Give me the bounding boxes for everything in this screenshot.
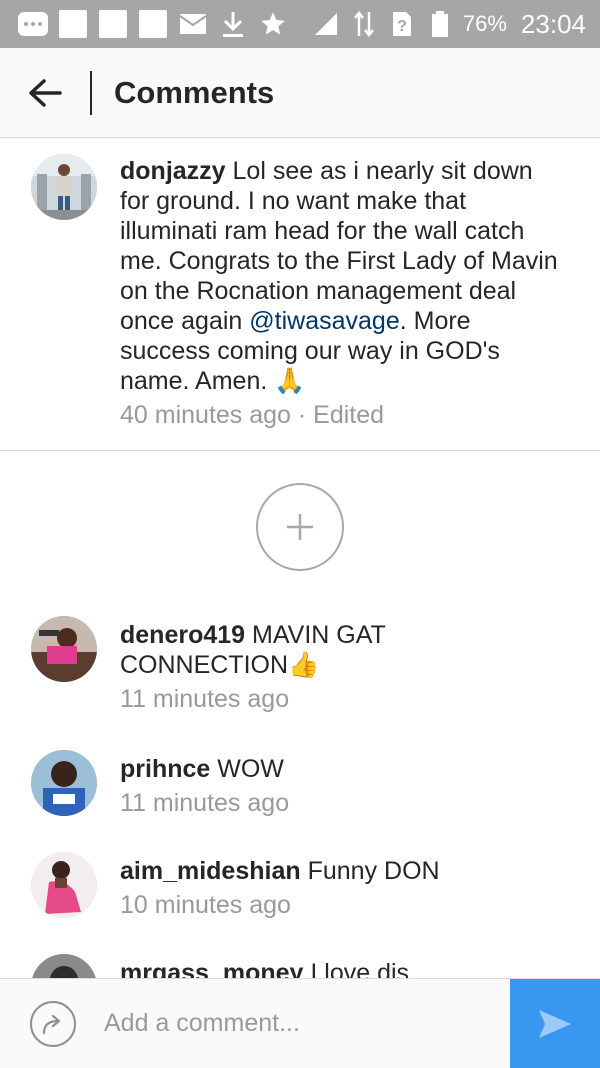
clock: 23:04	[520, 8, 586, 39]
data-transfer-icon	[349, 9, 379, 39]
status-bar: ? 76% 23:04	[0, 0, 600, 48]
send-button[interactable]	[510, 979, 600, 1068]
comment-text: I love dis	[303, 959, 410, 978]
signal-icon	[311, 9, 341, 39]
timestamp: 11 minutes ago	[120, 789, 290, 817]
timestamp: 10 minutes ago	[120, 891, 291, 919]
timestamp: 11 minutes ago	[120, 685, 290, 713]
comment-body: aim_mideshian Funny DON 10 minutes ago	[120, 856, 560, 920]
share-arrow-icon	[42, 1014, 61, 1034]
mention-link[interactable]: @tiwasavage	[249, 307, 399, 335]
comment-body: denero419 MAVIN GAT CONNECTION👍 11 minut…	[120, 620, 560, 714]
share-button[interactable]	[30, 1000, 76, 1047]
battery-icon	[425, 9, 455, 39]
page-title: Comments	[114, 74, 275, 110]
avatar[interactable]	[31, 852, 97, 918]
battery-percent: 76%	[462, 11, 507, 36]
download-icon	[218, 9, 248, 39]
header-divider	[90, 70, 92, 115]
comment-text: WOW	[210, 755, 284, 783]
edited-label: · Edited	[297, 401, 385, 429]
comment-body: prihnce WOW 11 minutes ago	[120, 754, 560, 818]
username-link[interactable]: donjazzy	[120, 157, 226, 185]
timestamp: 40 minutes ago	[120, 401, 291, 429]
comments-list: denero419 MAVIN GAT CONNECTION👍 11 minut…	[0, 452, 600, 978]
username-link[interactable]: denero419	[120, 621, 245, 649]
notification-icon	[58, 9, 88, 39]
avatar[interactable]	[31, 954, 97, 978]
comment-text: Funny DON	[300, 857, 440, 885]
comment-input[interactable]	[104, 1009, 464, 1038]
star-icon	[258, 9, 288, 39]
caption-meta: 40 minutes ago · Edited	[120, 400, 560, 430]
message-bubble-icon	[18, 9, 48, 39]
avatar[interactable]	[31, 750, 97, 816]
app-bar: Comments	[0, 48, 600, 138]
notification-icon	[98, 9, 128, 39]
back-arrow-icon	[29, 78, 62, 107]
no-sim-icon: ?	[387, 9, 417, 39]
svg-text:?: ?	[397, 18, 407, 35]
caption-body: donjazzy Lol see as i nearly sit down fo…	[120, 156, 560, 430]
username-link[interactable]: aim_mideshian	[120, 857, 301, 885]
notification-icon	[138, 9, 168, 39]
back-button[interactable]	[0, 48, 90, 138]
send-icon	[539, 1010, 571, 1038]
email-icon	[178, 9, 208, 39]
comment-composer	[0, 978, 600, 1068]
avatar[interactable]	[31, 616, 97, 682]
comment-body: mrgass_money I love dis	[120, 958, 560, 978]
username-link[interactable]: prihnce	[120, 755, 210, 783]
post-caption: donjazzy Lol see as i nearly sit down fo…	[0, 138, 600, 451]
avatar[interactable]	[31, 154, 97, 220]
username-link[interactable]: mrgass_money	[120, 959, 303, 978]
